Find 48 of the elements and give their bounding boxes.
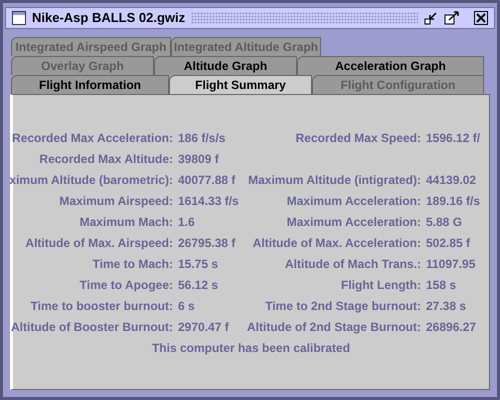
field-label: ximum Altitude (barometric): xyxy=(9,172,173,188)
field-value: 26795.38 f xyxy=(178,236,236,250)
field-label: Time to Apogee: xyxy=(80,276,173,294)
tab[interactable]: Flight Information xyxy=(11,75,169,94)
field-value: 40077.88 f xyxy=(178,172,236,186)
field-value: 11097.95 xyxy=(426,256,476,270)
tab[interactable]: Acceleration Graph xyxy=(297,56,484,75)
window-title: Nike-Asp BALLS 02.gwiz xyxy=(32,9,186,28)
field-label: Altitude of Max. Airspeed: xyxy=(25,234,173,252)
close-icon[interactable] xyxy=(474,11,488,25)
field-label: Maximum Acceleration: xyxy=(286,192,421,210)
field-value: 15.75 s xyxy=(178,256,218,270)
maximize-icon[interactable] xyxy=(444,11,460,25)
field-label: Time to Mach: xyxy=(92,256,173,272)
tab[interactable]: Flight Summary xyxy=(169,75,312,94)
field-value: 56.12 s xyxy=(178,278,218,292)
field-label: Time to booster burnout: xyxy=(30,298,173,314)
field-value: 1596.12 f/ xyxy=(426,130,480,144)
field-label: Maximum Acceleration: xyxy=(286,214,421,230)
field-value: 39809 f xyxy=(178,152,219,166)
field-value: 27.38 s xyxy=(426,298,466,312)
field-value: 502.85 f xyxy=(426,236,470,250)
field-label: Altitude of Mach Trans.: xyxy=(284,256,421,272)
field-value: 158 s xyxy=(426,278,456,292)
window-icon xyxy=(12,11,26,25)
field-label: Altitude of Max. Acceleration: xyxy=(252,234,421,252)
field-label: Maximum Mach: xyxy=(80,214,173,230)
field-value: 26896.27 xyxy=(426,320,476,334)
field-label: Recorded Max Acceleration: xyxy=(12,130,173,146)
minimize-icon[interactable] xyxy=(424,11,438,25)
field-label: Maximum Airspeed: xyxy=(59,192,173,210)
field-label: Time to 2nd Stage burnout: xyxy=(265,298,421,314)
field-label: Altitude of Booster Burnout: xyxy=(11,318,173,336)
field-value: 189.16 f/s xyxy=(426,194,480,208)
field-label: Altitude of 2nd Stage Burnout: xyxy=(247,318,421,336)
field-value: 6 s xyxy=(178,298,195,312)
field-value: 1.6 xyxy=(178,214,195,228)
field-label: Recorded Max Altitude: xyxy=(39,150,173,168)
field-value: 44139.02 xyxy=(426,172,476,186)
status-message: This computer has been calibrated xyxy=(152,340,350,356)
field-label: Maximum Altitude (intigrated): xyxy=(248,172,421,188)
field-value: 2970.47 f xyxy=(178,320,229,334)
field-label: Flight Length: xyxy=(341,276,421,294)
field-value: 186 f/s/s xyxy=(178,130,226,144)
field-value: 1614.33 f/s xyxy=(178,194,239,208)
tab[interactable]: Altitude Graph xyxy=(154,56,297,75)
field-value: 5.88 G xyxy=(426,214,462,228)
field-label: Recorded Max Speed: xyxy=(296,130,421,146)
